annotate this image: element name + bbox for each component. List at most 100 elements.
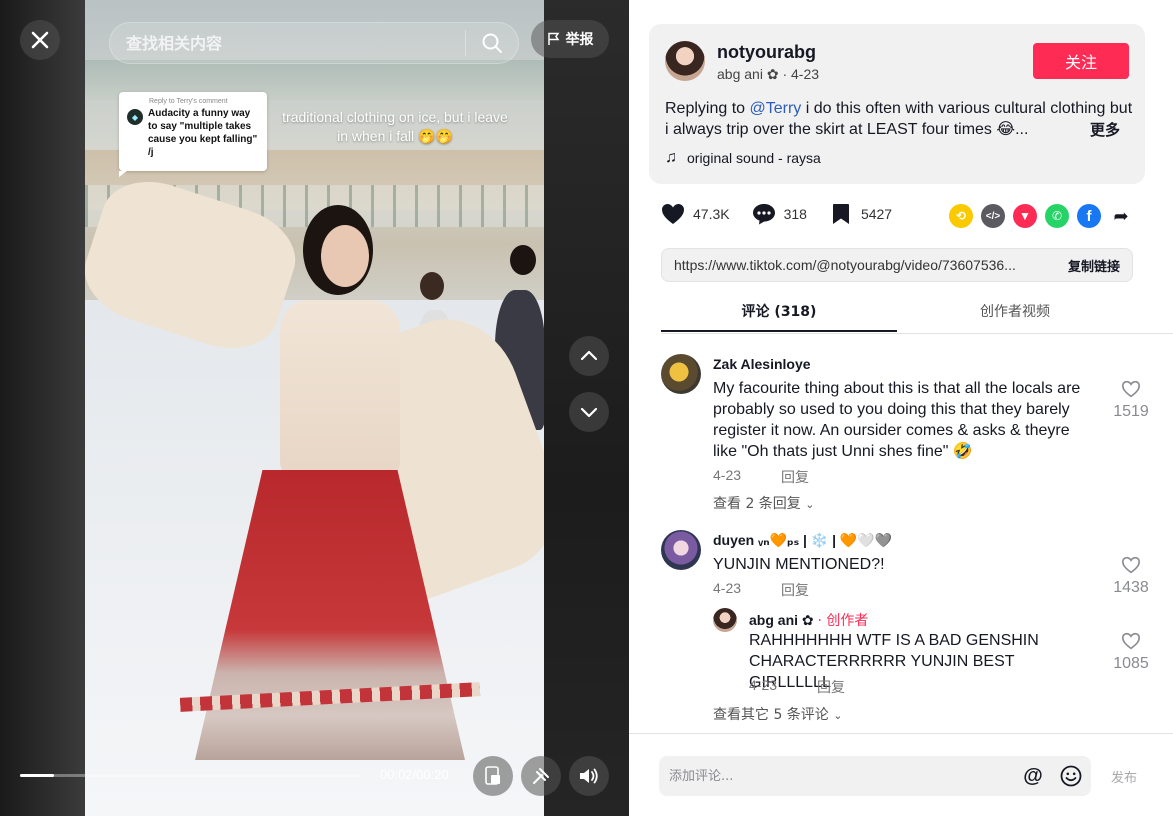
comment-date: 4-23 xyxy=(713,580,742,596)
scene-bodice xyxy=(280,300,400,490)
comment-text: YUNJIN MENTIONED?! xyxy=(713,556,885,573)
reply-author-nickname: abg ani ✿ xyxy=(749,612,814,628)
report-button[interactable]: 举报 xyxy=(531,20,609,58)
bookmark-icon xyxy=(829,202,853,226)
comment-like-count: 1519 xyxy=(1113,403,1149,420)
send-icon[interactable]: ▼ xyxy=(1013,204,1037,228)
engagement-stats: 47.3K 318 5427 xyxy=(661,202,914,226)
emoji-icon[interactable] xyxy=(1051,765,1091,787)
like-count: 47.3K xyxy=(693,206,730,222)
share-actions: ⟲ </> ▼ ✆ f ➦ xyxy=(949,204,1133,228)
chevron-down-icon: ⌄ xyxy=(833,709,843,722)
next-video-button[interactable] xyxy=(569,392,609,432)
author-handle[interactable]: notyourabg xyxy=(717,42,816,63)
comment-button[interactable]: 318 xyxy=(752,202,807,226)
like-button[interactable]: 47.3K xyxy=(661,202,730,226)
follow-button[interactable]: 关注 xyxy=(1033,43,1129,79)
mention-icon[interactable]: @ xyxy=(1015,765,1051,788)
chevron-down-icon: ⌄ xyxy=(805,498,815,511)
commenter-avatar[interactable] xyxy=(661,530,701,570)
reply-button[interactable]: 回复 xyxy=(781,467,809,487)
video-url: https://www.tiktok.com/@notyourabg/video… xyxy=(674,257,1016,273)
close-button[interactable] xyxy=(20,20,60,60)
volume-button[interactable] xyxy=(569,756,609,796)
comment-date: 4-23 xyxy=(713,467,742,483)
tab-comments[interactable]: 评论 (318) xyxy=(661,294,897,332)
chevron-down-icon xyxy=(580,407,598,418)
comment-like-button[interactable]: 1519 xyxy=(1111,380,1151,421)
whatsapp-icon[interactable]: ✆ xyxy=(1045,204,1069,228)
details-panel: notyourabg abg ani ✿ · 4-23 关注 Replying … xyxy=(629,0,1173,816)
reply-button[interactable]: 回复 xyxy=(781,580,809,600)
tab-creator-videos[interactable]: 创作者视频 xyxy=(897,294,1133,332)
comment-like-button[interactable]: 1438 xyxy=(1111,556,1151,597)
music-note-icon: ♫ xyxy=(665,149,677,166)
reply-like-button[interactable]: 1085 xyxy=(1111,632,1151,673)
view-more-comments-label: 查看其它 5 条评论 xyxy=(713,707,829,723)
close-icon xyxy=(31,31,49,49)
repost-icon[interactable]: ⟲ xyxy=(949,204,973,228)
save-button[interactable]: 5427 xyxy=(829,202,892,226)
embed-icon[interactable]: </> xyxy=(981,204,1005,228)
speaker-icon xyxy=(580,768,598,784)
search-icon xyxy=(482,33,502,53)
view-replies-link[interactable]: 查看 2 条回复 ⌄ xyxy=(713,493,814,513)
commenter-avatar[interactable] xyxy=(661,354,701,394)
reply-author-name[interactable]: abg ani ✿ · 创作者 xyxy=(749,610,868,630)
video-player[interactable]: Reply to Terry's comment ◆ Audacity a fu… xyxy=(0,0,629,816)
comment-item: duyen ᵥₙ🧡ₚₛ | ❄️ | 🧡🤍🩶 YUNJIN MENTIONED?… xyxy=(661,530,1149,610)
desc-mention-link[interactable]: @Terry xyxy=(750,100,802,117)
author-nickname: abg ani ✿ xyxy=(717,66,779,82)
reply-like-count: 1085 xyxy=(1113,655,1149,672)
creator-badge: · 创作者 xyxy=(817,613,869,629)
comment-input[interactable] xyxy=(659,768,1015,784)
comment-like-count: 1438 xyxy=(1113,579,1149,596)
comment-input-wrapper[interactable]: @ xyxy=(659,756,1091,796)
author-meta: abg ani ✿ · 4-23 xyxy=(717,66,819,83)
overlay-comment-text: Audacity a funny way to say "multiple ta… xyxy=(148,108,258,158)
post-date: 4-23 xyxy=(791,66,820,82)
description-more-link[interactable]: 更多 xyxy=(1090,119,1120,140)
comment-text: My facourite thing about this is that al… xyxy=(713,380,1081,460)
floating-player-button[interactable] xyxy=(473,756,513,796)
view-replies-label: 查看 2 条回复 xyxy=(713,496,801,512)
comment-count: 318 xyxy=(783,206,807,222)
comment-composer: @ 发布 xyxy=(629,733,1173,816)
previous-video-button[interactable] xyxy=(569,336,609,376)
overlay-reply-label: Reply to Terry's comment xyxy=(149,98,228,105)
author-avatar[interactable] xyxy=(665,41,705,81)
scene-skater-head xyxy=(510,245,536,275)
copy-link-button[interactable]: 复制链接 xyxy=(1068,256,1120,275)
post-comment-button[interactable]: 发布 xyxy=(1111,767,1137,786)
search-bar[interactable] xyxy=(109,22,519,64)
heart-outline-icon xyxy=(1121,556,1141,574)
heart-outline-icon xyxy=(1121,380,1141,398)
view-more-comments-link[interactable]: 查看其它 5 条评论 ⌄ xyxy=(713,704,842,724)
chevron-up-icon xyxy=(580,350,598,361)
comment-tabs: 评论 (318) 创作者视频 xyxy=(661,294,1173,334)
facebook-icon[interactable]: f xyxy=(1077,204,1101,228)
report-label: 举报 xyxy=(565,32,594,48)
commenter-name[interactable]: Zak Alesinloye xyxy=(713,356,811,372)
music-link[interactable]: ♫ original sound - raysa xyxy=(665,149,821,167)
reply-author-avatar[interactable] xyxy=(713,608,737,632)
reply-button[interactable]: 回复 xyxy=(817,677,845,697)
floating-player-icon xyxy=(485,766,500,785)
save-count: 5427 xyxy=(860,206,893,222)
author-card: notyourabg abg ani ✿ · 4-23 关注 Replying … xyxy=(649,24,1145,184)
comment-bubble-icon xyxy=(752,202,776,226)
video-progress-bar[interactable] xyxy=(20,774,361,777)
search-input[interactable] xyxy=(110,33,465,53)
clear-mode-icon xyxy=(533,768,549,784)
comment-item: Zak Alesinloye My facourite thing about … xyxy=(661,354,1149,514)
scene-skater-head xyxy=(420,272,444,300)
clear-mode-button[interactable] xyxy=(521,756,561,796)
reply-text: RAHHHHHHH WTF IS A BAD GENSHIN CHARACTER… xyxy=(749,632,1039,691)
video-link-box: https://www.tiktok.com/@notyourabg/video… xyxy=(661,248,1133,282)
heart-outline-icon xyxy=(1121,632,1141,650)
search-button[interactable] xyxy=(466,23,518,63)
flag-icon xyxy=(547,32,559,45)
overlay-commenter-avatar: ◆ xyxy=(127,109,143,125)
commenter-name[interactable]: duyen ᵥₙ🧡ₚₛ | ❄️ | 🧡🤍🩶 xyxy=(713,532,892,549)
share-arrow-icon[interactable]: ➦ xyxy=(1109,204,1133,228)
